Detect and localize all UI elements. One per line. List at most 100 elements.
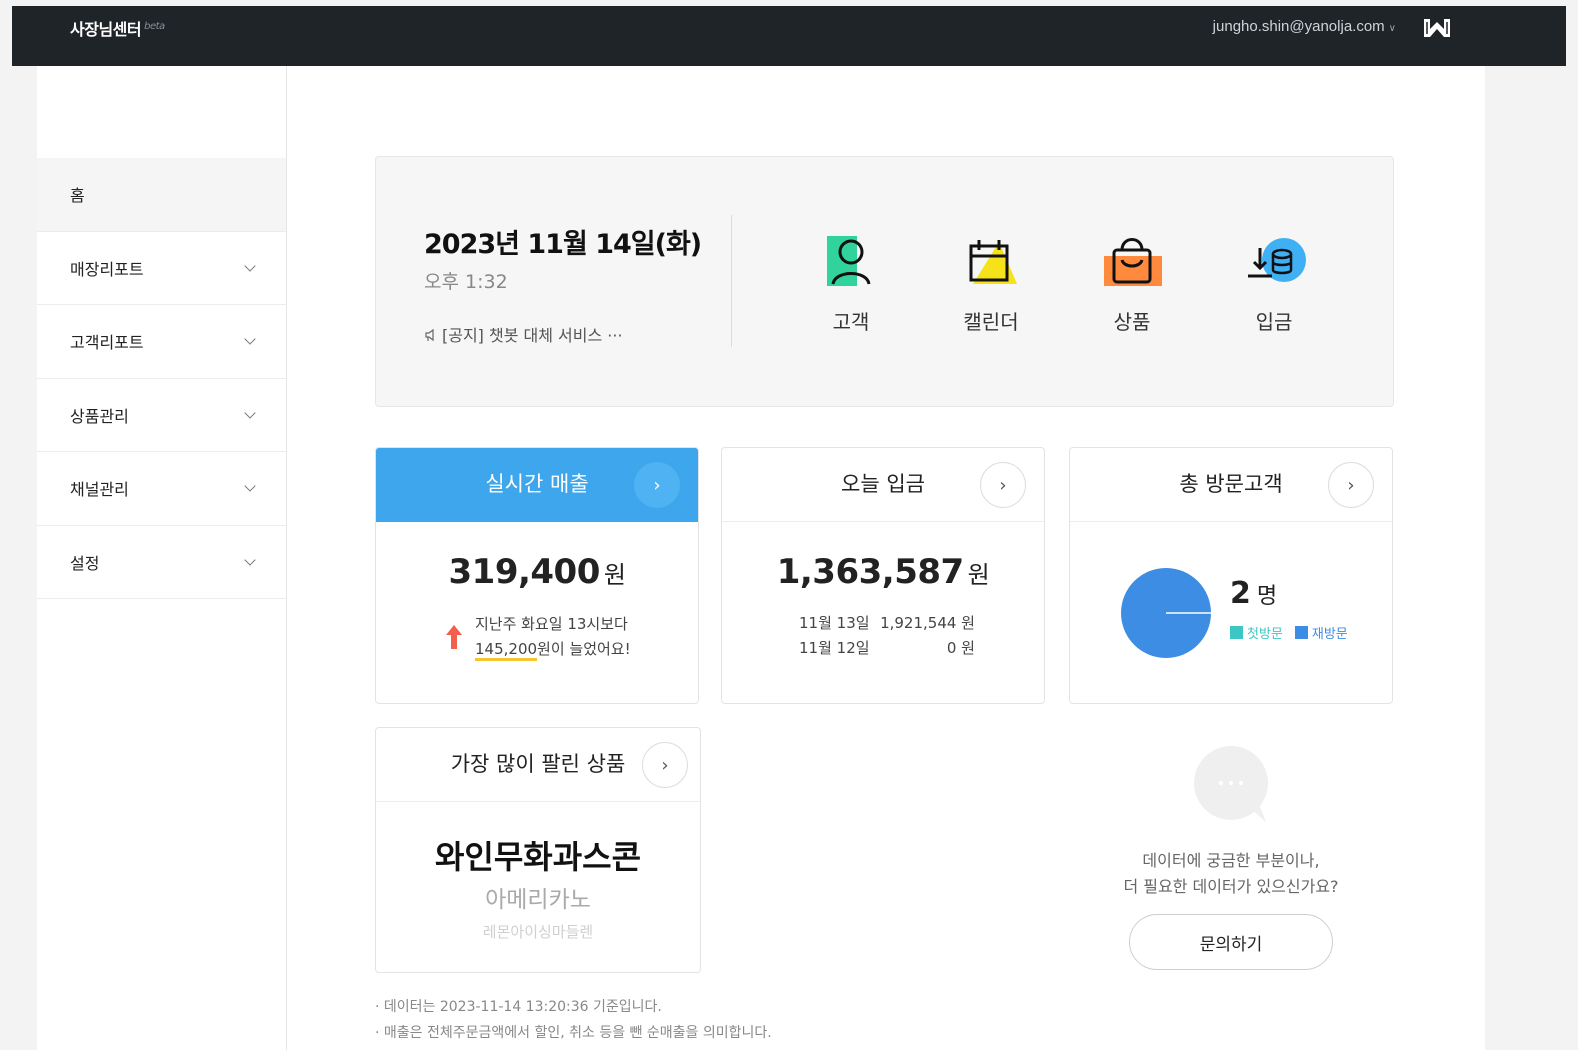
legend-first-visit: 첫방문 bbox=[1230, 623, 1283, 642]
chevron-right-icon[interactable]: › bbox=[642, 742, 688, 788]
shortcut-deposit[interactable]: 입금 bbox=[1229, 232, 1319, 335]
sidebar-item-label: 고객리포트 bbox=[70, 333, 144, 353]
sidebar-item-customer-report[interactable]: 고객리포트 bbox=[37, 305, 286, 379]
shortcut-label: 입금 bbox=[1255, 310, 1293, 334]
card-header: 오늘 입금 › bbox=[722, 448, 1044, 522]
pie-legend: 첫방문 재방문 bbox=[1230, 623, 1348, 642]
card-header: 총 방문고객 › bbox=[1070, 448, 1392, 522]
sidebar-item-label: 홈 bbox=[70, 186, 85, 206]
inquiry-line: 데이터에 궁금한 부분이나, bbox=[1142, 851, 1320, 870]
brand-name: 사장님센터 bbox=[70, 20, 142, 39]
chevron-down-icon bbox=[244, 480, 256, 492]
shortcut-products[interactable]: 상품 bbox=[1087, 232, 1177, 335]
card-title: 가장 많이 팔린 상품 bbox=[450, 752, 626, 776]
visitor-count-value: 2 bbox=[1230, 576, 1251, 611]
total-visitors-card: 총 방문고객 › 2명 첫방문 재방문 bbox=[1069, 447, 1393, 704]
visitor-count: 2명 bbox=[1230, 576, 1277, 611]
history-amount: 0 원 bbox=[946, 639, 975, 657]
currency-unit: 원 bbox=[967, 561, 990, 589]
sidebar-nav: 홈 매장리포트 고객리포트 상품관리 채널관리 설정 bbox=[37, 158, 286, 599]
main-page: 홈 매장리포트 고객리포트 상품관리 채널관리 설정 2023년 11월 14일… bbox=[37, 66, 1485, 1050]
deposit-amount-value: 1,363,587 bbox=[776, 552, 964, 592]
chevron-right-icon[interactable]: › bbox=[980, 462, 1026, 508]
footnote: · 데이터는 2023-11-14 13:20:36 기준입니다. bbox=[375, 999, 662, 1015]
person-icon bbox=[827, 236, 871, 286]
card-header: 실시간 매출 › bbox=[376, 448, 698, 522]
today-deposit-card: 오늘 입금 › 1,363,587 원 11월 13일 1,921,544 원 1… bbox=[721, 447, 1045, 704]
chevron-down-icon bbox=[244, 554, 256, 566]
beta-tag: beta bbox=[144, 20, 165, 32]
inquiry-text: 데이터에 궁금한 부분이나, 더 필요한 데이터가 있으신가요? bbox=[1100, 848, 1362, 900]
legend-revisit: 재방문 bbox=[1294, 623, 1348, 642]
history-date: 11월 12일 bbox=[799, 639, 870, 657]
inquiry-section: 데이터에 궁금한 부분이나, 더 필요한 데이터가 있으신가요? 문의하기 bbox=[1100, 746, 1362, 970]
chevron-down-icon bbox=[244, 333, 256, 345]
sidebar-item-settings[interactable]: 설정 bbox=[37, 526, 286, 599]
coin-deposit-icon bbox=[1248, 238, 1306, 282]
best-products-card: 가장 많이 팔린 상품 › 와인무화과스콘 아메리카노 레몬아이싱마들렌 bbox=[375, 727, 701, 973]
best-product-1: 와인무화과스콘 bbox=[434, 838, 642, 876]
increase-amount: 145,200 bbox=[475, 640, 538, 661]
sidebar-item-label: 매장리포트 bbox=[70, 259, 144, 279]
speaker-icon bbox=[425, 328, 434, 342]
sidebar-item-label: 설정 bbox=[70, 553, 100, 573]
shortcut-label: 캘린더 bbox=[963, 310, 1019, 334]
best-product-3: 레몬아이싱마들렌 bbox=[482, 923, 594, 941]
visitor-unit: 명 bbox=[1256, 584, 1278, 609]
top-bar: 사장님센터 beta jungho.shin@yanolja.com ∨ bbox=[12, 6, 1566, 66]
chevron-down-icon bbox=[244, 260, 256, 272]
inquiry-button[interactable]: 문의하기 bbox=[1129, 914, 1333, 970]
legend-swatch bbox=[1294, 626, 1308, 639]
user-email: jungho.shin@yanolja.com bbox=[1212, 18, 1385, 35]
footnote: · 매출은 전체주문금액에서 할인, 취소 등을 뺀 순매출을 의미합니다. bbox=[375, 1025, 772, 1041]
sidebar-item-store-report[interactable]: 매장리포트 bbox=[37, 232, 286, 305]
chevron-right-icon[interactable]: › bbox=[634, 462, 680, 508]
calendar-icon bbox=[969, 240, 1017, 284]
shortcut-label: 고객 bbox=[832, 310, 870, 334]
sidebar-item-home[interactable]: 홈 bbox=[37, 158, 286, 232]
sidebar-item-channel-management[interactable]: 채널관리 bbox=[37, 452, 286, 526]
chevron-down-icon: ∨ bbox=[1388, 23, 1396, 34]
best-product-2: 아메리카노 bbox=[485, 887, 591, 913]
shopping-bag-icon bbox=[1104, 238, 1162, 286]
trend-up-arrow-icon bbox=[446, 625, 462, 649]
notice-link[interactable]: [공지] 챗봇 대체 서비스 ··· bbox=[424, 322, 623, 346]
company-logo-icon[interactable] bbox=[1422, 16, 1452, 40]
summary-panel: 2023년 11월 14일(화) 오후 1:32 [공지] 챗봇 대체 서비스 … bbox=[375, 156, 1394, 407]
card-header: 가장 많이 팔린 상품 › bbox=[376, 728, 700, 802]
user-menu[interactable]: jungho.shin@yanolja.com ∨ bbox=[1213, 18, 1396, 35]
sidebar-item-product-management[interactable]: 상품관리 bbox=[37, 379, 286, 452]
list-item: 11월 13일 1,921,544 원 bbox=[799, 611, 975, 636]
realtime-sales-card: 실시간 매출 › 319,400 원 지난주 화요일 13시보다 145,200원… bbox=[375, 447, 699, 704]
deposit-history: 11월 13일 1,921,544 원 11월 12일 0 원 bbox=[799, 611, 975, 661]
legend-swatch bbox=[1230, 626, 1243, 639]
footnotes: · 데이터는 2023-11-14 13:20:36 기준입니다. · 매출은 … bbox=[375, 994, 772, 1046]
shortcut-calendar[interactable]: 캘린더 bbox=[946, 232, 1036, 335]
deposit-amount: 1,363,587 원 bbox=[722, 552, 1044, 592]
list-item: 11월 12일 0 원 bbox=[799, 636, 975, 661]
sidebar-item-label: 채널관리 bbox=[70, 480, 129, 500]
shortcut-label: 상품 bbox=[1113, 310, 1151, 334]
shortcut-customer[interactable]: 고객 bbox=[806, 232, 896, 335]
legend-label: 첫방문 bbox=[1247, 627, 1283, 642]
history-date: 11월 13일 bbox=[799, 614, 870, 632]
sales-amount: 319,400 원 bbox=[376, 552, 698, 592]
chat-bubble-icon bbox=[1194, 746, 1268, 822]
sidebar-item-label: 상품관리 bbox=[70, 406, 129, 426]
inquiry-line: 더 필요한 데이터가 있으신가요? bbox=[1123, 877, 1339, 896]
card-title: 오늘 입금 bbox=[841, 472, 925, 496]
chevron-down-icon bbox=[244, 407, 256, 419]
chevron-right-icon[interactable]: › bbox=[1328, 462, 1374, 508]
currency-unit: 원 bbox=[603, 561, 626, 589]
card-title: 총 방문고객 bbox=[1179, 472, 1283, 496]
history-amount: 1,921,544 원 bbox=[880, 614, 975, 632]
sales-comparison: 지난주 화요일 13시보다 145,200원이 늘었어요! bbox=[444, 612, 631, 662]
current-date: 2023년 11월 14일(화) bbox=[424, 229, 702, 260]
current-time: 오후 1:32 bbox=[424, 271, 508, 293]
card-title: 실시간 매출 bbox=[485, 472, 589, 496]
brand-title[interactable]: 사장님센터 beta bbox=[70, 16, 165, 40]
comparison-text: 지난주 화요일 13시보다 bbox=[475, 615, 628, 633]
sales-amount-value: 319,400 bbox=[448, 552, 601, 592]
divider bbox=[731, 215, 732, 347]
comparison-suffix: 원이 늘었어요! bbox=[537, 640, 631, 658]
